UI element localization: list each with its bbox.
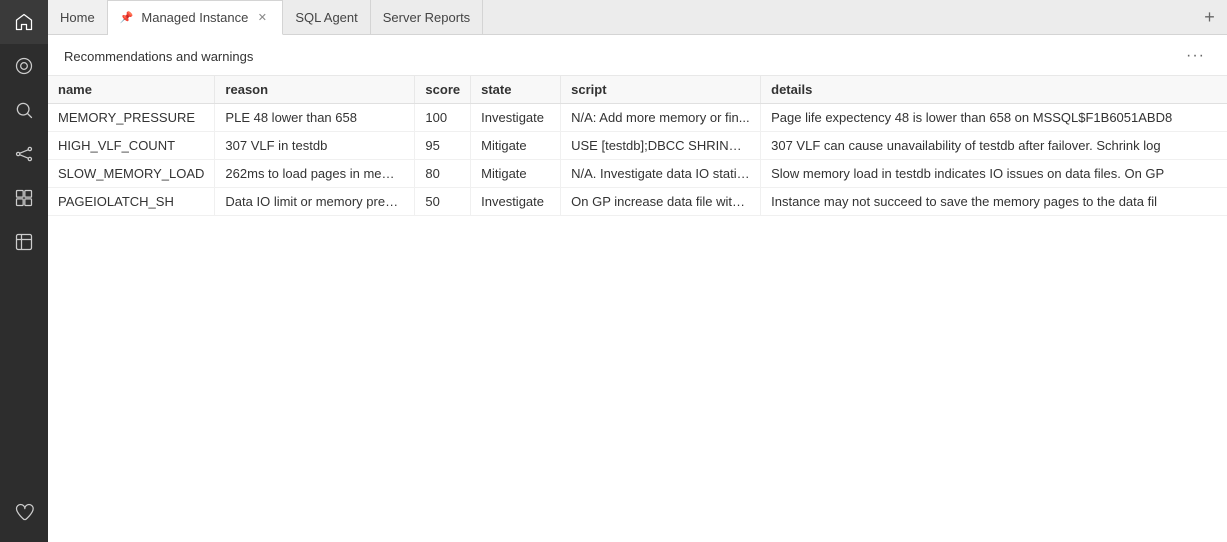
tab-home-label: Home <box>60 10 95 25</box>
tab-server-reports[interactable]: Server Reports <box>371 0 483 34</box>
tab-close-button[interactable]: ✕ <box>254 10 270 26</box>
home-icon[interactable] <box>0 0 48 44</box>
col-header-script: script <box>561 76 761 104</box>
cell-script: N/A: Add more memory or fin... <box>561 104 761 132</box>
table-body: MEMORY_PRESSUREPLE 48 lower than 658100I… <box>48 104 1227 216</box>
health-icon[interactable] <box>0 490 48 534</box>
sidebar <box>0 0 48 542</box>
main-area: Home 📌 Managed Instance ✕ SQL Agent Serv… <box>48 0 1227 542</box>
col-header-state: state <box>471 76 561 104</box>
tab-server-reports-label: Server Reports <box>383 10 470 25</box>
cell-details: 307 VLF can cause unavailability of test… <box>761 132 1227 160</box>
tab-home[interactable]: Home <box>48 0 108 34</box>
col-header-score: score <box>415 76 471 104</box>
table-row[interactable]: PAGEIOLATCH_SHData IO limit or memory pr… <box>48 188 1227 216</box>
cell-score: 80 <box>415 160 471 188</box>
content-area: Recommendations and warnings ··· name re… <box>48 35 1227 542</box>
cell-score: 95 <box>415 132 471 160</box>
cell-script: N/A. Investigate data IO statis... <box>561 160 761 188</box>
add-tab-button[interactable]: + <box>1192 0 1227 34</box>
cell-name: PAGEIOLATCH_SH <box>48 188 215 216</box>
cell-reason: Data IO limit or memory pressure. <box>215 188 415 216</box>
cell-reason: PLE 48 lower than 658 <box>215 104 415 132</box>
tab-sql-agent-label: SQL Agent <box>295 10 357 25</box>
cell-state: Mitigate <box>471 160 561 188</box>
col-header-name: name <box>48 76 215 104</box>
cell-score: 50 <box>415 188 471 216</box>
search-icon[interactable] <box>0 88 48 132</box>
dashboard-icon[interactable] <box>0 44 48 88</box>
col-header-reason: reason <box>215 76 415 104</box>
tab-sql-agent[interactable]: SQL Agent <box>283 0 370 34</box>
section-header: Recommendations and warnings ··· <box>48 35 1227 76</box>
tab-managed-instance[interactable]: 📌 Managed Instance ✕ <box>108 0 284 35</box>
recommendations-table: name reason score state script details M… <box>48 76 1227 216</box>
tab-bar: Home 📌 Managed Instance ✕ SQL Agent Serv… <box>48 0 1227 35</box>
cell-score: 100 <box>415 104 471 132</box>
extensions-icon[interactable] <box>0 220 48 264</box>
table-row[interactable]: SLOW_MEMORY_LOAD262ms to load pages in m… <box>48 160 1227 188</box>
cell-name: HIGH_VLF_COUNT <box>48 132 215 160</box>
cell-state: Investigate <box>471 188 561 216</box>
table-row[interactable]: HIGH_VLF_COUNT307 VLF in testdb95Mitigat… <box>48 132 1227 160</box>
cell-details: Instance may not succeed to save the mem… <box>761 188 1227 216</box>
cell-state: Investigate <box>471 104 561 132</box>
cell-name: SLOW_MEMORY_LOAD <box>48 160 215 188</box>
table-header-row: name reason score state script details <box>48 76 1227 104</box>
section-title: Recommendations and warnings <box>64 49 253 64</box>
cell-name: MEMORY_PRESSURE <box>48 104 215 132</box>
cell-script: USE [testdb];DBCC SHRINKFIL... <box>561 132 761 160</box>
deployments-icon[interactable] <box>0 176 48 220</box>
tab-managed-instance-label: Managed Instance <box>141 10 248 25</box>
cell-state: Mitigate <box>471 132 561 160</box>
cell-reason: 307 VLF in testdb <box>215 132 415 160</box>
table-row[interactable]: MEMORY_PRESSUREPLE 48 lower than 658100I… <box>48 104 1227 132</box>
cell-details: Slow memory load in testdb indicates IO … <box>761 160 1227 188</box>
cell-reason: 262ms to load pages in memory. <box>215 160 415 188</box>
cell-details: Page life expectency 48 is lower than 65… <box>761 104 1227 132</box>
section-menu-button[interactable]: ··· <box>1180 45 1211 67</box>
table-container[interactable]: name reason score state script details M… <box>48 76 1227 542</box>
col-header-details: details <box>761 76 1227 104</box>
connections-icon[interactable] <box>0 132 48 176</box>
cell-script: On GP increase data file with l... <box>561 188 761 216</box>
pin-icon: 📌 <box>120 11 134 24</box>
